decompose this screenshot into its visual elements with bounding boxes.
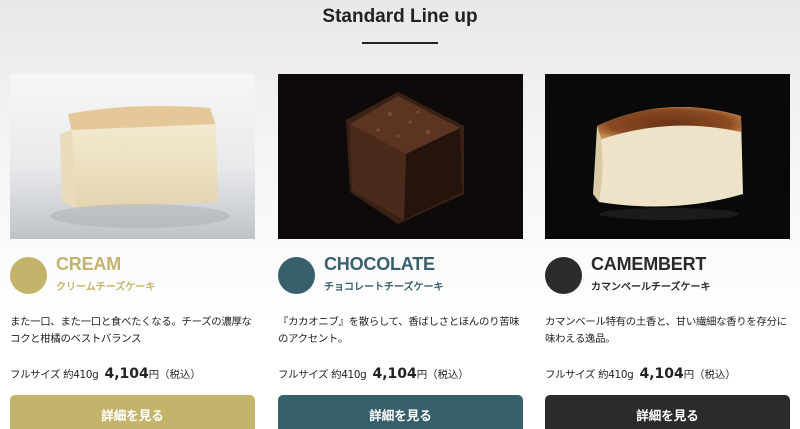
product-card-camembert: CAMEMBERT カマンベールチーズケーキ カマンベール特有の土香と、甘い繊細…: [545, 74, 790, 429]
size-label: フルサイズ 約410g: [278, 369, 367, 381]
size-label: フルサイズ 約410g: [10, 369, 99, 381]
product-subtitle: クリームチーズケーキ: [56, 282, 156, 293]
product-card-cream: CREAM クリームチーズケーキ また一口、また一口と食べたくなる。チーズの濃厚…: [10, 74, 255, 429]
details-button-chocolate[interactable]: 詳細を見る: [278, 395, 523, 429]
price-value: 4,104: [372, 366, 417, 382]
details-button-camembert[interactable]: 詳細を見る: [545, 395, 790, 429]
size-label: フルサイズ 約410g: [545, 369, 634, 381]
title-divider: [362, 42, 438, 44]
cream-cheesecake-photo[interactable]: [10, 74, 255, 239]
product-subtitle: カマンベールチーズケーキ: [591, 282, 711, 293]
price-row: フルサイズ 約410g 4,104円（税込）: [278, 363, 523, 383]
chocolate-color-dot: [278, 257, 315, 294]
price-row: フルサイズ 約410g 4,104円（税込）: [10, 363, 255, 383]
price-suffix: 円（税込）: [683, 369, 736, 381]
price-value: 4,104: [639, 366, 684, 382]
price-suffix: 円（税込）: [148, 369, 201, 381]
price-row: フルサイズ 約410g 4,104円（税込）: [545, 363, 790, 383]
camembert-color-dot: [545, 257, 582, 294]
cream-color-dot: [10, 257, 47, 294]
product-card-chocolate: CHOCOLATE チョコレートチーズケーキ 『カカオニブ』を散らして、香ばしさ…: [278, 74, 523, 429]
product-name: CHOCOLATE: [324, 254, 435, 274]
chocolate-cheesecake-photo[interactable]: [278, 74, 523, 239]
product-subtitle: チョコレートチーズケーキ: [324, 282, 444, 293]
product-description: 『カカオニブ』を散らして、香ばしさとほんのり苦味のアクセント。: [278, 316, 520, 345]
price-suffix: 円（税込）: [416, 369, 469, 381]
section-title: Standard Line up: [322, 6, 478, 27]
product-description: カマンベール特有の土香と、甘い繊細な香りを存分に味わえる逸品。: [545, 316, 787, 345]
price-value: 4,104: [104, 366, 149, 382]
product-description: また一口、また一口と食べたくなる。チーズの濃厚なコクと柑橘のベストバランス: [10, 316, 252, 345]
product-name: CAMEMBERT: [591, 254, 707, 274]
camembert-cheesecake-photo[interactable]: [545, 74, 790, 239]
product-name: CREAM: [56, 254, 121, 274]
details-button-cream[interactable]: 詳細を見る: [10, 395, 255, 429]
